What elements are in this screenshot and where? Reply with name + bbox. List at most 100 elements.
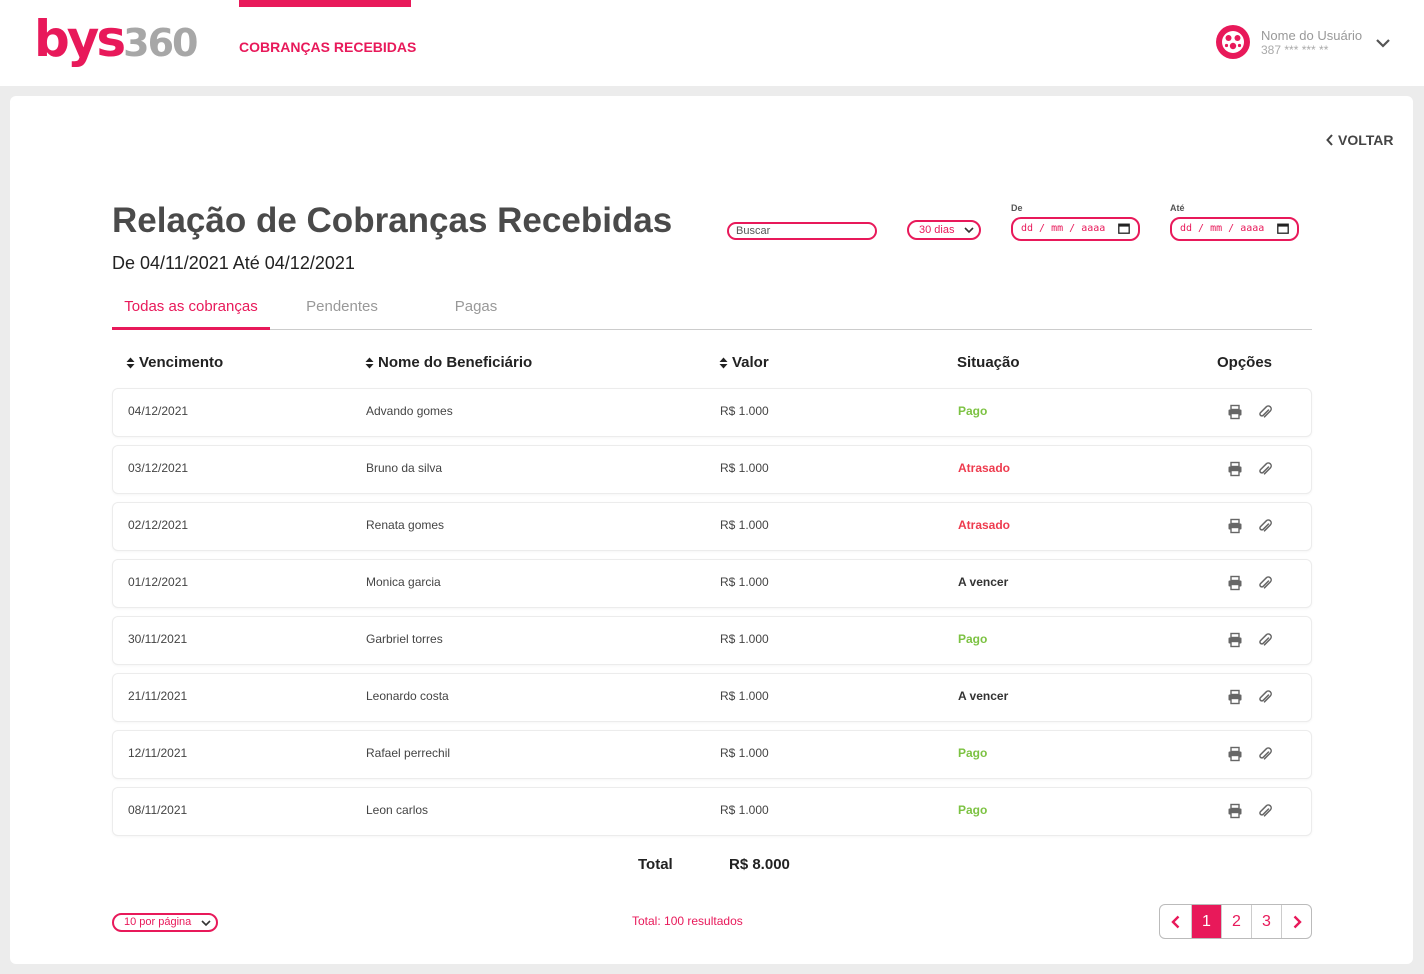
results-count: Total: 100 resultados xyxy=(632,914,743,928)
column-header-due[interactable]: Vencimento xyxy=(126,354,223,371)
chevron-right-icon xyxy=(1293,915,1302,928)
brand-logo[interactable]: bys 360 xyxy=(34,10,198,70)
to-date-label: Até xyxy=(1170,203,1185,213)
column-header-label: Vencimento xyxy=(139,354,224,371)
nav-active-indicator xyxy=(239,0,411,7)
cell-value: R$ 1.000 xyxy=(720,518,769,532)
back-button[interactable]: VOLTAR xyxy=(1326,132,1393,148)
status-badge: Pago xyxy=(958,803,988,817)
cell-value: R$ 1.000 xyxy=(720,461,769,475)
column-header-label: Nome do Beneficiário xyxy=(378,354,533,371)
table-row[interactable]: 01/12/2021 Monica garcia R$ 1.000 A venc… xyxy=(112,559,1312,608)
pagination-next-button[interactable] xyxy=(1281,905,1311,938)
attachment-icon[interactable] xyxy=(1257,461,1273,477)
column-header-options: Opções xyxy=(1217,354,1272,371)
cell-value: R$ 1.000 xyxy=(720,404,769,418)
from-date-label: De xyxy=(1011,203,1023,213)
pagination: 1 2 3 xyxy=(1159,904,1312,939)
attachment-icon[interactable] xyxy=(1257,689,1273,705)
per-page-value: 10 por página xyxy=(124,916,192,928)
pagination-page-2[interactable]: 2 xyxy=(1221,905,1251,938)
table-row[interactable]: 12/11/2021 Rafael perrechil R$ 1.000 Pag… xyxy=(112,730,1312,779)
total-value: R$ 8.000 xyxy=(729,856,790,873)
user-menu[interactable]: Nome do Usuário 387 *** *** ** xyxy=(1216,25,1396,61)
cell-due: 01/12/2021 xyxy=(128,575,189,589)
sort-icon xyxy=(365,357,374,368)
table-row[interactable]: 30/11/2021 Garbriel torres R$ 1.000 Pago xyxy=(112,616,1312,665)
print-icon[interactable] xyxy=(1227,689,1243,705)
table-row[interactable]: 08/11/2021 Leon carlos R$ 1.000 Pago xyxy=(112,787,1312,836)
print-icon[interactable] xyxy=(1227,461,1243,477)
chevron-down-icon xyxy=(201,920,211,927)
total-label: Total xyxy=(638,856,673,873)
print-icon[interactable] xyxy=(1227,518,1243,534)
column-header-status: Situação xyxy=(957,354,1020,371)
cell-due: 30/11/2021 xyxy=(128,632,188,646)
attachment-icon[interactable] xyxy=(1257,803,1273,819)
user-account: 387 *** *** ** xyxy=(1261,43,1329,57)
pagination-page-1[interactable]: 1 xyxy=(1191,905,1221,938)
to-date-placeholder: dd / mm / aaaa xyxy=(1180,223,1265,234)
tab-todas[interactable]: Todas as cobranças xyxy=(112,292,270,330)
cell-beneficiary: Leonardo costa xyxy=(366,689,449,703)
cell-beneficiary: Monica garcia xyxy=(366,575,441,589)
status-badge: Pago xyxy=(958,746,988,760)
calendar-icon[interactable] xyxy=(1277,223,1289,234)
chevron-down-icon[interactable] xyxy=(1374,34,1392,52)
cell-due: 21/11/2021 xyxy=(128,689,188,703)
to-date-input[interactable]: dd / mm / aaaa xyxy=(1170,217,1299,241)
cell-due: 12/11/2021 xyxy=(128,746,188,760)
pagination-prev-button[interactable] xyxy=(1160,905,1191,938)
attachment-icon[interactable] xyxy=(1257,746,1273,762)
cell-beneficiary: Advando gomes xyxy=(366,404,453,418)
back-label: VOLTAR xyxy=(1338,132,1394,148)
print-icon[interactable] xyxy=(1227,404,1243,420)
print-icon[interactable] xyxy=(1227,746,1243,762)
status-badge: A vencer xyxy=(958,689,1009,703)
calendar-icon[interactable] xyxy=(1118,223,1130,234)
pagination-page-3[interactable]: 3 xyxy=(1251,905,1281,938)
cell-beneficiary: Garbriel torres xyxy=(366,632,443,646)
print-icon[interactable] xyxy=(1227,632,1243,648)
user-avatar-icon xyxy=(1216,25,1250,59)
column-header-beneficiary[interactable]: Nome do Beneficiário xyxy=(365,354,532,371)
print-icon[interactable] xyxy=(1227,803,1243,819)
per-page-select[interactable]: 10 por página xyxy=(112,913,218,932)
status-badge: Atrasado xyxy=(958,518,1011,532)
column-header-label: Opções xyxy=(1217,354,1273,371)
table-row[interactable]: 04/12/2021 Advando gomes R$ 1.000 Pago xyxy=(112,388,1312,437)
cell-beneficiary: Renata gomes xyxy=(366,518,445,532)
table-row[interactable]: 02/12/2021 Renata gomes R$ 1.000 Atrasad… xyxy=(112,502,1312,551)
attachment-icon[interactable] xyxy=(1257,632,1273,648)
print-icon[interactable] xyxy=(1227,575,1243,591)
attachment-icon[interactable] xyxy=(1257,518,1273,534)
cell-due: 02/12/2021 xyxy=(128,518,189,532)
top-header: bys 360 COBRANÇAS RECEBIDAS Nome do Usuár… xyxy=(0,0,1424,86)
cell-due: 08/11/2021 xyxy=(128,803,188,817)
from-date-placeholder: dd / mm / aaaa xyxy=(1021,223,1106,234)
table-row[interactable]: 03/12/2021 Bruno da silva R$ 1.000 Atras… xyxy=(112,445,1312,494)
main-card: VOLTAR Relação de Cobranças Recebidas De… xyxy=(10,96,1413,964)
nav-item-label: COBRANÇAS RECEBIDAS xyxy=(239,39,417,55)
status-badge: Atrasado xyxy=(958,461,1011,475)
from-date-input[interactable]: dd / mm / aaaa xyxy=(1011,217,1140,241)
nav-item-cobrancas-recebidas[interactable]: COBRANÇAS RECEBIDAS xyxy=(239,0,416,86)
chevron-down-icon xyxy=(964,227,974,234)
days-select-value: 30 dias xyxy=(919,224,955,236)
table-row[interactable]: 21/11/2021 Leonardo costa R$ 1.000 A ven… xyxy=(112,673,1312,722)
attachment-icon[interactable] xyxy=(1257,575,1273,591)
tab-pagas[interactable]: Pagas xyxy=(436,292,516,330)
attachment-icon[interactable] xyxy=(1257,404,1273,420)
cell-value: R$ 1.000 xyxy=(720,575,769,589)
cell-value: R$ 1.000 xyxy=(720,803,769,817)
cell-beneficiary: Leon carlos xyxy=(366,803,429,817)
cell-beneficiary: Bruno da silva xyxy=(366,461,443,475)
days-select[interactable]: 30 dias xyxy=(907,220,981,240)
filter-tabs: Todas as cobranças Pendentes Pagas xyxy=(112,292,1312,330)
tab-pendentes[interactable]: Pendentes xyxy=(292,292,392,330)
page-title: Relação de Cobranças Recebidas xyxy=(112,201,673,240)
cell-value: R$ 1.000 xyxy=(720,689,769,703)
search-input[interactable]: Buscar xyxy=(727,222,877,240)
column-header-value[interactable]: Valor xyxy=(719,354,769,371)
cell-due: 04/12/2021 xyxy=(128,404,189,418)
